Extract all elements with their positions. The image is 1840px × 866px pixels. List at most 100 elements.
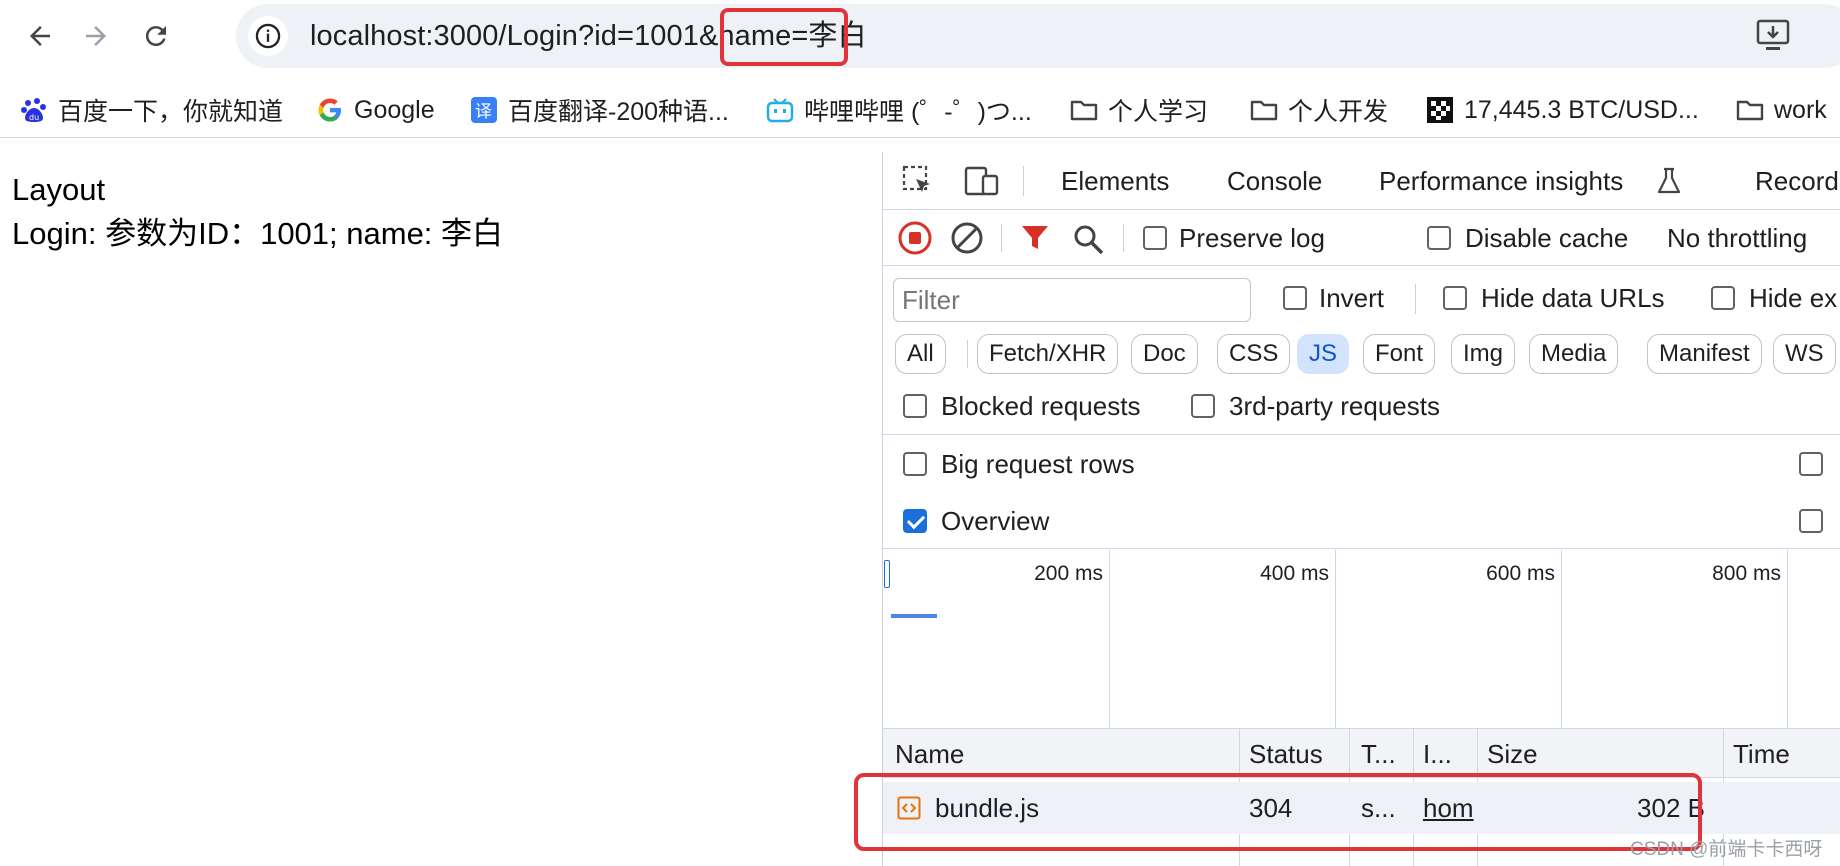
bookmark-google[interactable]: Google xyxy=(316,92,435,128)
chip-img[interactable]: Img xyxy=(1451,334,1516,374)
third-party-label: 3rd-party requests xyxy=(1229,391,1440,421)
clear-icon[interactable] xyxy=(949,220,985,256)
folder-icon xyxy=(1250,96,1278,124)
svg-text:du: du xyxy=(29,113,39,122)
bookmark-label: 哔哩哔哩 (゜-゜)つ... xyxy=(804,98,1032,126)
bilibili-icon xyxy=(766,96,794,124)
chip-all[interactable]: All xyxy=(895,334,946,374)
inspect-element-icon[interactable] xyxy=(901,164,935,198)
col-time[interactable]: Time xyxy=(1733,738,1790,770)
watermark: CSDN @前端卡卡西呀 xyxy=(1630,839,1823,860)
col-type[interactable]: T... xyxy=(1361,738,1396,770)
url-annotation-box xyxy=(720,8,848,66)
row-annotation-box xyxy=(854,773,1702,851)
bookmarks-bar: du 百度一下，你就知道 Google 译 百度翻译-200种语... 哔哩哔哩… xyxy=(0,82,1840,138)
col-initiator[interactable]: I... xyxy=(1423,738,1452,770)
page-viewport: Layout Login: 参数为ID：1001; name: 李白 xyxy=(0,152,880,866)
address-bar[interactable]: localhost:3000/Login?id=1001&name=李白 xyxy=(236,4,1840,68)
network-toolbar: Preserve log Disable cache No throttling xyxy=(883,210,1840,266)
pattern-icon xyxy=(1426,96,1454,124)
bookmark-folder-work[interactable]: work xyxy=(1736,92,1827,128)
bookmark-bilibili[interactable]: 哔哩哔哩 (゜-゜)つ... xyxy=(766,92,1032,128)
bookmark-label: work xyxy=(1774,95,1827,124)
flask-icon xyxy=(1655,166,1683,196)
reload-icon[interactable] xyxy=(134,14,178,58)
filter-input[interactable] xyxy=(893,278,1251,322)
col-name[interactable]: Name xyxy=(895,738,964,770)
search-icon[interactable] xyxy=(1071,222,1105,256)
forward-arrow-icon[interactable] xyxy=(74,14,118,58)
tab-recorder[interactable]: Record xyxy=(1755,165,1839,197)
devtools-tab-strip: Elements Console Performance insights Re… xyxy=(883,152,1840,210)
chip-fetch-xhr[interactable]: Fetch/XHR xyxy=(977,334,1119,374)
browser-toolbar: localhost:3000/Login?id=1001&name=李白 xyxy=(0,0,1840,72)
tab-console[interactable]: Console xyxy=(1227,165,1322,197)
timeline-tick-800: 800 ms xyxy=(1712,562,1781,585)
translate-icon: 译 xyxy=(470,96,498,124)
bookmark-folder-study[interactable]: 个人学习 xyxy=(1070,92,1208,128)
timeline-request-bar xyxy=(891,614,937,618)
throttling-select[interactable]: No throttling xyxy=(1667,223,1807,253)
bookmark-label: 百度翻译-200种语... xyxy=(508,98,729,126)
device-toolbar-icon[interactable] xyxy=(963,164,1001,198)
folder-icon xyxy=(1736,96,1764,124)
timeline-tick-600: 600 ms xyxy=(1486,562,1555,585)
col-status[interactable]: Status xyxy=(1249,738,1323,770)
site-info-icon[interactable] xyxy=(248,16,288,56)
install-app-icon[interactable] xyxy=(1756,18,1794,54)
folder-icon xyxy=(1070,96,1098,124)
group-by-frame-checkbox[interactable] xyxy=(1799,452,1823,476)
chip-font[interactable]: Font xyxy=(1363,334,1436,374)
chip-ws[interactable]: WS xyxy=(1773,334,1836,374)
filter-funnel-icon[interactable] xyxy=(1019,222,1051,254)
login-params-text: Login: 参数为ID：1001; name: 李白 xyxy=(12,216,504,251)
timeline-drag-handle[interactable] xyxy=(884,560,890,588)
bookmark-label: Google xyxy=(354,95,435,124)
bookmark-label: 个人学习 xyxy=(1108,98,1209,126)
bookmark-label: 个人开发 xyxy=(1288,98,1389,126)
bookmark-baidu-translate[interactable]: 译 百度翻译-200种语... xyxy=(470,92,729,128)
blocked-requests-checkbox[interactable] xyxy=(903,394,927,418)
hide-extension-checkbox[interactable] xyxy=(1711,286,1735,310)
hide-extension-label: Hide ex xyxy=(1749,283,1838,313)
big-request-rows-label: Big request rows xyxy=(941,449,1135,479)
preserve-log-checkbox[interactable] xyxy=(1143,226,1167,250)
tab-performance-insights[interactable]: Performance insights xyxy=(1379,165,1623,197)
blocked-requests-label: Blocked requests xyxy=(941,391,1141,421)
overview-checkbox[interactable] xyxy=(903,509,927,533)
google-g-icon xyxy=(316,96,344,124)
col-size[interactable]: Size xyxy=(1487,738,1538,770)
timeline-tick-400: 400 ms xyxy=(1260,562,1329,585)
invert-checkbox[interactable] xyxy=(1283,286,1307,310)
bookmark-btc[interactable]: 17,445.3 BTC/USD... xyxy=(1426,92,1699,128)
back-arrow-icon[interactable] xyxy=(18,14,62,58)
invert-label: Invert xyxy=(1319,283,1385,313)
hide-data-urls-checkbox[interactable] xyxy=(1443,286,1467,310)
bookmark-label: 百度一下，你就知道 xyxy=(58,98,284,126)
devtools-panel: Elements Console Performance insights Re… xyxy=(882,152,1840,866)
bookmark-label: 17,445.3 BTC/USD... xyxy=(1464,95,1699,124)
chip-css[interactable]: CSS xyxy=(1217,334,1291,374)
overview-label: Overview xyxy=(941,506,1050,536)
disable-cache-label: Disable cache xyxy=(1465,223,1629,253)
hide-data-urls-label: Hide data URLs xyxy=(1481,283,1665,313)
chip-manifest[interactable]: Manifest xyxy=(1647,334,1762,374)
overview-timeline[interactable]: 200 ms 400 ms 600 ms 800 ms xyxy=(883,550,1840,728)
chip-media[interactable]: Media xyxy=(1529,334,1619,374)
tab-elements[interactable]: Elements xyxy=(1061,165,1169,197)
timeline-tick-200: 200 ms xyxy=(1034,562,1103,585)
big-request-rows-checkbox[interactable] xyxy=(903,452,927,476)
disable-cache-checkbox[interactable] xyxy=(1427,226,1451,250)
screenshots-checkbox[interactable] xyxy=(1799,509,1823,533)
bookmark-baidu[interactable]: du 百度一下，你就知道 xyxy=(20,92,283,128)
baidu-paw-icon: du xyxy=(20,96,48,124)
bookmark-folder-dev[interactable]: 个人开发 xyxy=(1250,92,1388,128)
preserve-log-label: Preserve log xyxy=(1179,223,1325,253)
layout-heading: Layout xyxy=(12,172,106,207)
svg-text:译: 译 xyxy=(475,102,492,122)
stop-recording-icon[interactable] xyxy=(897,220,933,256)
chip-doc[interactable]: Doc xyxy=(1131,334,1198,374)
chip-js[interactable]: JS xyxy=(1297,334,1350,374)
network-table-header: Name Status T... I... Size Time xyxy=(883,728,1840,778)
third-party-checkbox[interactable] xyxy=(1191,394,1215,418)
